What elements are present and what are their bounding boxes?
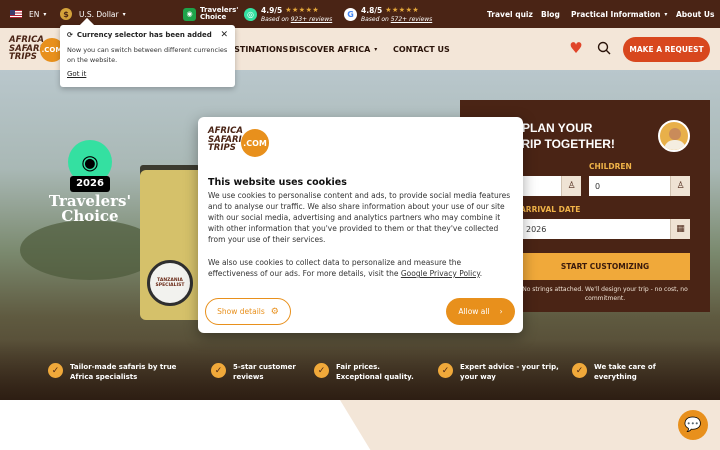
google-reviews-link[interactable]: 572+ reviews: [391, 16, 433, 23]
arrival-date-field[interactable]: 2026 ▦: [520, 219, 690, 239]
currency-popup-title: Currency selector has been added: [76, 31, 212, 39]
nav-about-us[interactable]: About Us: [676, 0, 714, 28]
tripadvisor-icon: ◎: [244, 7, 257, 21]
cookie-paragraph-2: We also use cookies to collect data to p…: [208, 258, 483, 278]
google-icon: G: [344, 7, 357, 21]
nav-travel-quiz[interactable]: Travel quiz: [487, 0, 533, 28]
check-icon: ✓: [438, 363, 453, 378]
chevron-right-icon: ›: [499, 307, 503, 316]
search-icon[interactable]: [597, 41, 611, 55]
nav-discover-africa[interactable]: DISCOVER AFRICA ▾: [289, 28, 377, 70]
chevron-down-icon: ▾: [664, 10, 668, 18]
feature-item: ✓ Fair prices. Exceptional quality.: [314, 362, 414, 382]
gear-icon: ⚙: [270, 306, 279, 317]
nav-practical-information[interactable]: Practical Information ▾: [571, 0, 667, 28]
travelers-choice-text: Travelers' Choice: [200, 6, 239, 21]
nav-label: Practical Information: [571, 9, 661, 19]
travelers-choice-badge: ◉ Travelers' Choice: [183, 0, 238, 28]
nav-blog[interactable]: Blog: [541, 0, 560, 28]
start-customizing-button[interactable]: START CUSTOMIZING: [520, 253, 690, 280]
tripadvisor-reviews-link[interactable]: 923+ reviews: [291, 16, 333, 23]
google-rating[interactable]: G 4.8/5 ★★★★★ Based on 572+ reviews: [344, 0, 432, 28]
feature-item: ✓ Tailor-made safaris by true Africa spec…: [48, 362, 176, 382]
adults-field[interactable]: ♙: [520, 176, 581, 196]
check-icon: ✓: [572, 363, 587, 378]
plan-title: PLAN YOUR TRIP TOGETHER!: [514, 121, 615, 151]
language-label: EN: [29, 9, 40, 19]
currency-label: U.S. Dollar: [79, 9, 119, 19]
currency-popup: ⟳ Currency selector has been added ✕ Now…: [60, 25, 235, 87]
tripadvisor-owl-icon: ◉: [183, 7, 196, 21]
check-icon: ✓: [211, 363, 226, 378]
language-selector[interactable]: EN ▾: [10, 0, 46, 28]
site-logo[interactable]: AFRICA SAFARI TRIPS .COM: [9, 36, 65, 64]
cookie-logo: AFRICA SAFARI TRIPS .COM: [208, 127, 270, 157]
arrival-date-label: ARRIVAL DATE: [520, 205, 581, 214]
plan-note: No strings attached. We'll design your t…: [522, 286, 688, 302]
travelers-choice-award: ◉ 2026 Travelers' Choice: [48, 140, 132, 230]
nav-contact-us[interactable]: CONTACT US: [393, 28, 450, 70]
arrival-date-value: 2026: [526, 224, 547, 234]
tripadvisor-rating[interactable]: ◎ 4.9/5 ★★★★★ Based on 923+ reviews: [244, 0, 332, 28]
children-label: CHILDREN: [589, 162, 632, 171]
currency-exchange-icon: ⟳: [67, 31, 73, 39]
check-icon: ✓: [48, 363, 63, 378]
dollar-icon: $: [60, 8, 72, 20]
rating-stars: ★★★★★: [285, 6, 320, 14]
allow-all-button[interactable]: Allow all ›: [446, 298, 515, 325]
cookie-title: This website uses cookies: [208, 177, 347, 188]
tripadvisor-score: 4.9/5: [261, 5, 283, 15]
logo-line-3: TRIPS: [9, 52, 37, 62]
top-bar: EN ▾ $ U.S. Dollar ▾ ◉ Travelers' Choice…: [0, 0, 720, 28]
heart-icon[interactable]: ♥: [568, 40, 584, 56]
feature-item: ✓ Expert advice - your trip, your way: [438, 362, 559, 382]
us-flag-icon: [10, 10, 22, 18]
cookie-paragraph-1: We use cookies to personalise content an…: [208, 191, 511, 244]
chevron-down-icon: ▾: [374, 45, 378, 53]
feature-item: ✓ 5-star customer reviews: [211, 362, 296, 382]
check-icon: ✓: [314, 363, 329, 378]
show-details-button[interactable]: Show details ⚙: [205, 298, 291, 325]
award-year: 2026: [70, 176, 110, 192]
children-field[interactable]: 0 ♙: [589, 176, 690, 196]
chevron-down-icon: ▾: [122, 10, 126, 18]
close-icon[interactable]: ✕: [220, 30, 228, 40]
calendar-icon: ▦: [670, 219, 690, 239]
child-icon: ♙: [670, 176, 690, 196]
nav-label: DISCOVER AFRICA: [289, 44, 371, 54]
person-icon: ♙: [561, 176, 581, 196]
feature-item: ✓ We take care of everything: [572, 362, 656, 382]
cookie-dialog: AFRICA SAFARI TRIPS .COM This website us…: [198, 117, 523, 333]
award-title: Travelers' Choice: [48, 192, 132, 225]
chevron-down-icon: ▾: [43, 10, 47, 18]
spare-tire-logo: TANZANIA SPECIALIST: [147, 260, 193, 306]
currency-popup-body: Now you can switch between different cur…: [67, 46, 228, 64]
make-request-button[interactable]: MAKE A REQUEST: [623, 37, 710, 62]
children-value: 0: [595, 181, 601, 191]
google-score: 4.8/5: [361, 5, 383, 15]
chat-bubble-icon[interactable]: 💬: [678, 410, 708, 440]
google-privacy-policy-link[interactable]: Google Privacy Policy: [401, 269, 480, 278]
advisor-avatar: [658, 120, 690, 152]
based-on-label: Based on: [361, 15, 389, 23]
rating-stars: ★★★★★: [385, 6, 420, 14]
got-it-link[interactable]: Got it: [67, 70, 86, 78]
based-on-label: Based on: [261, 15, 289, 23]
